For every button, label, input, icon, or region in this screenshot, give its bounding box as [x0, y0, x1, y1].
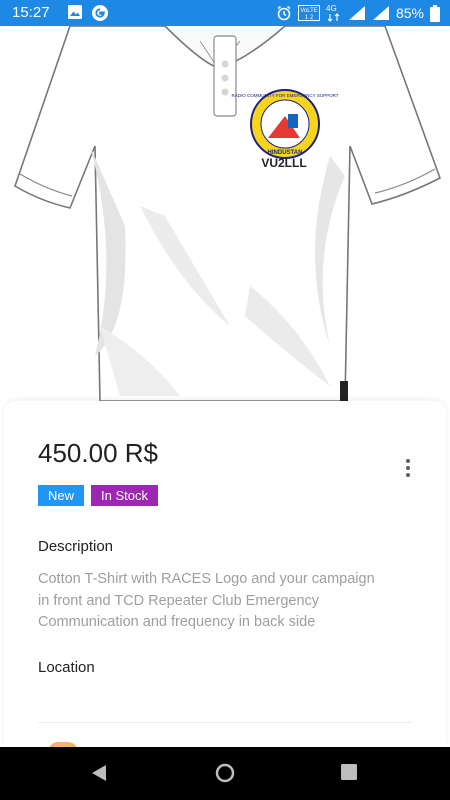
badge-in-stock: In Stock [91, 485, 158, 506]
description-line: Cotton T-Shirt with RACES Logo and your … [38, 571, 375, 587]
badge-new: New [38, 485, 85, 506]
svg-text:4G: 4G [326, 4, 337, 13]
image-icon [68, 5, 82, 19]
product-details-card: 450.00 R$ New In Stock Description Cotto… [4, 401, 446, 752]
more-vert-icon [406, 459, 410, 463]
signal-icon [348, 6, 365, 20]
svg-text:RADIO COMMUNITY FOR EMERGENCY: RADIO COMMUNITY FOR EMERGENCY SUPPORT [231, 93, 338, 98]
recents-icon[interactable] [341, 764, 357, 780]
status-time: 15:27 [12, 4, 50, 21]
alarm-icon [277, 5, 291, 21]
battery-icon [430, 4, 440, 22]
product-image[interactable]: RADIO COMMUNITY FOR EMERGENCY SUPPORT HI… [0, 26, 450, 401]
svg-text:VoLTE: VoLTE [300, 8, 318, 14]
back-icon[interactable] [91, 764, 107, 782]
signal-icon [372, 6, 389, 20]
product-price: 450.00 R$ [38, 438, 158, 468]
location-title: Location [38, 659, 95, 676]
navigation-bar [0, 747, 450, 800]
network-4g-icon: 4G [326, 4, 340, 22]
description-text: Cotton T-Shirt with RACES Logo and your … [38, 569, 418, 634]
more-options-button[interactable] [402, 457, 414, 481]
google-icon [92, 5, 108, 21]
status-bar: 15:27 VoLTE 1 2 4G 85% [0, 0, 450, 26]
home-icon[interactable] [215, 763, 235, 783]
svg-text:VU2LLL: VU2LLL [261, 156, 306, 170]
description-title: Description [38, 538, 114, 555]
description-line: Communication and frequency in back side [38, 614, 316, 630]
description-line: in front and TCD Repeater Club Emergency [38, 592, 320, 609]
svg-text:1 2: 1 2 [305, 15, 314, 21]
battery-percent: 85% [395, 5, 424, 21]
tshirt-image: RADIO COMMUNITY FOR EMERGENCY SUPPORT HI… [14, 26, 441, 401]
volte-icon: VoLTE 1 2 [297, 5, 320, 21]
divider [38, 722, 412, 723]
